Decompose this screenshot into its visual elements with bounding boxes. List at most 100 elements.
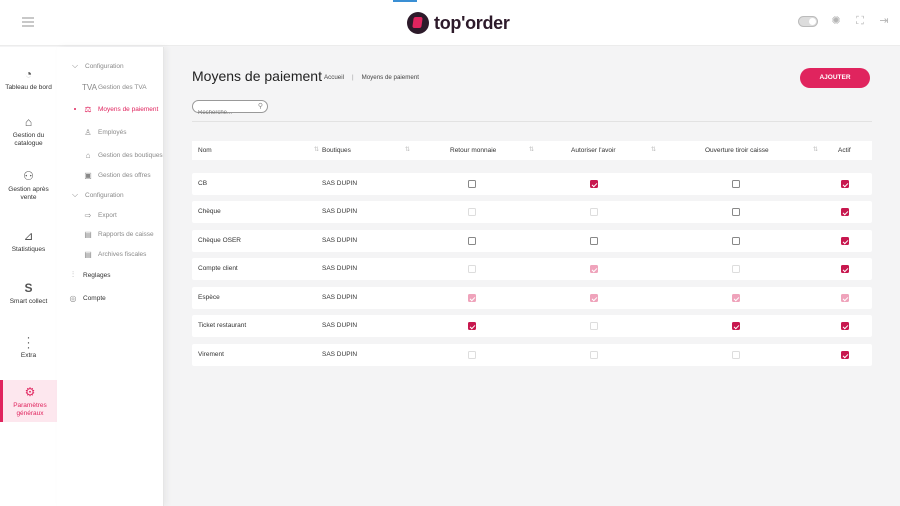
change-checkbox[interactable] (468, 322, 476, 330)
submenu-section-configuration-2[interactable]: ⌵ Configuration (69, 189, 176, 201)
sort-icon[interactable]: ⇅ (813, 141, 818, 160)
submenu-label: Moyens de paiement (98, 105, 159, 113)
breadcrumb-home[interactable]: Accueil (324, 74, 344, 81)
employee-icon: ♙ (84, 127, 92, 137)
chevron-down-icon: ⌵ (71, 61, 79, 70)
store-icon: ⌂ (85, 150, 91, 160)
active-indicator-dot (74, 108, 76, 110)
rail-item-label: Tableau de bord (5, 84, 52, 91)
active-checkbox[interactable] (841, 180, 849, 188)
change-checkbox[interactable] (468, 180, 476, 188)
theme-toggle[interactable] (798, 15, 818, 27)
report-icon: ▤ (84, 229, 92, 239)
table-row[interactable]: Chèque OSER SAS DUPIN (192, 230, 872, 252)
logo-mark-icon (407, 12, 429, 34)
payment-shop: SAS DUPIN (322, 265, 358, 272)
sort-icon[interactable]: ⇅ (405, 141, 410, 160)
rail-item-dashboard[interactable]: ◔ Tableau de bord (0, 67, 57, 92)
sort-icon[interactable]: ⇅ (314, 141, 319, 160)
change-checkbox (468, 351, 476, 359)
rail-item-settings[interactable]: ⚙ Paramètres généraux (0, 380, 57, 422)
active-checkbox[interactable] (841, 265, 849, 273)
credit-checkbox[interactable] (590, 180, 598, 188)
search-box[interactable]: ⚲ (192, 100, 268, 119)
sliders-icon: ⫶ (72, 270, 74, 279)
payment-name: Compte client (198, 265, 238, 272)
change-checkbox (468, 294, 476, 302)
logout-icon[interactable]: ⇥ (878, 15, 890, 27)
column-header-drawer[interactable]: Ouverture tiroir caisse (705, 141, 769, 160)
column-header-shops[interactable]: Boutiques (322, 141, 351, 160)
table-row[interactable]: Virement SAS DUPIN (192, 344, 872, 366)
chevron-down-icon: ⌵ (71, 190, 79, 199)
payment-shop: SAS DUPIN (322, 294, 358, 301)
search-icon[interactable]: ⚲ (258, 102, 263, 110)
settings-submenu: ⌵ Configuration TVA Gestion des TVA ⚖ Mo… (57, 47, 164, 506)
table-row[interactable]: Ticket restaurant SAS DUPIN (192, 315, 872, 337)
active-checkbox[interactable] (841, 208, 849, 216)
sort-icon[interactable]: ⇅ (651, 141, 656, 160)
submenu-label: Reglages (83, 271, 111, 279)
logo[interactable]: top'order (407, 12, 510, 34)
payment-shop: SAS DUPIN (322, 237, 358, 244)
account-icon: ◎ (69, 293, 77, 303)
menu-toggle-icon[interactable] (22, 17, 34, 27)
payment-shop: SAS DUPIN (322, 180, 358, 187)
drawer-checkbox[interactable] (732, 180, 740, 188)
payment-name: Ticket restaurant (198, 322, 247, 329)
settings-sliders-icon: ⚙ (24, 385, 36, 399)
submenu-label: Archives fiscales (98, 250, 147, 258)
smart-collect-icon: S (24, 281, 33, 295)
rail-item-smart-collect[interactable]: S Smart collect (0, 281, 57, 306)
active-checkbox[interactable] (841, 237, 849, 245)
payment-name: Virement (198, 351, 224, 358)
sun-icon[interactable]: ✺ (830, 15, 842, 27)
drawer-checkbox (732, 294, 740, 302)
column-header-active[interactable]: Actif (838, 141, 851, 160)
submenu-item-account[interactable]: ◎ Compte (67, 292, 174, 304)
drawer-checkbox[interactable] (732, 208, 740, 216)
gift-icon[interactable]: ⛶ (854, 15, 866, 27)
active-checkbox[interactable] (841, 351, 849, 359)
rail-item-extra[interactable]: · · · Extra (0, 331, 57, 360)
change-checkbox[interactable] (468, 237, 476, 245)
main-content: Moyens de paiement Accueil | Moyens de pai… (165, 47, 900, 506)
breadcrumb-current: Moyens de paiement (361, 74, 420, 81)
drawer-checkbox (732, 351, 740, 359)
table-header: Nom ⇅ Boutiques ⇅ Retour monnaie ⇅ Autor… (192, 141, 872, 160)
statistics-icon: ⊿ (23, 229, 34, 243)
credit-checkbox[interactable] (590, 237, 598, 245)
table-row[interactable]: CB SAS DUPIN (192, 173, 872, 195)
table-row[interactable]: Espèce SAS DUPIN (192, 287, 872, 309)
rail-item-catalog[interactable]: ⌂ Gestion du catalogue (0, 115, 57, 148)
submenu-label: Configuration (85, 191, 124, 199)
drawer-checkbox[interactable] (732, 237, 740, 245)
column-header-change[interactable]: Retour monnaie (450, 141, 496, 160)
column-header-name[interactable]: Nom (198, 141, 212, 160)
payment-name: Espèce (198, 294, 220, 301)
export-icon: ⇨ (84, 210, 92, 220)
sort-icon[interactable]: ⇅ (529, 141, 534, 160)
drawer-checkbox[interactable] (732, 322, 740, 330)
drawer-checkbox (732, 265, 740, 273)
logo-text: top'order (434, 12, 510, 33)
add-button[interactable]: AJOUTER (800, 68, 870, 88)
active-checkbox[interactable] (841, 322, 849, 330)
submenu-label: Configuration (85, 62, 124, 70)
payment-icon: ⚖ (84, 104, 92, 114)
submenu-label: Export (98, 211, 117, 219)
rail-item-after-sales[interactable]: ⚇ Gestion après vente (0, 169, 57, 202)
main-nav-rail: ◔ Tableau de bord ⌂ Gestion du catalogue… (0, 47, 57, 506)
payment-name: CB (198, 180, 208, 187)
offers-icon: ▣ (84, 170, 92, 180)
submenu-section-configuration[interactable]: ⌵ Configuration (69, 60, 176, 72)
table-row[interactable]: Compte client SAS DUPIN (192, 258, 872, 280)
search-input[interactable] (193, 107, 251, 119)
rail-item-statistics[interactable]: ⊿ Statistiques (0, 229, 57, 254)
table-row[interactable]: Chèque SAS DUPIN (192, 201, 872, 223)
submenu-label: Employés (98, 128, 127, 136)
column-header-credit[interactable]: Autoriser l'avoir (571, 141, 616, 160)
submenu-label: Gestion des offres (98, 171, 151, 179)
submenu-item-settings[interactable]: ⫶ Reglages (67, 269, 174, 281)
dashboard-icon: ◔ (24, 67, 33, 81)
